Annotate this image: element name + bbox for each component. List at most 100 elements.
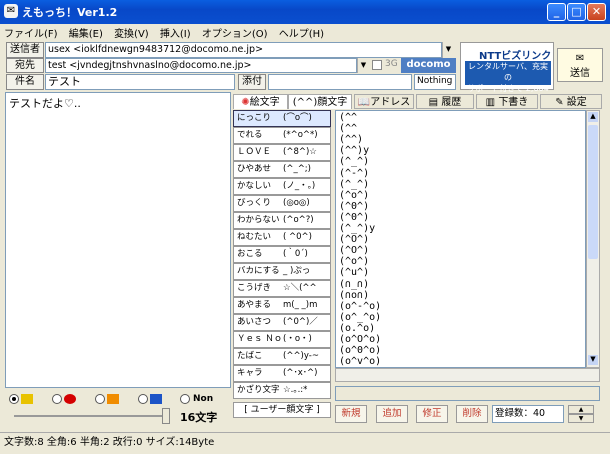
menu-insert[interactable]: 挿入(I) (156, 24, 195, 41)
window-title: えもっち！Ver1.2 (22, 6, 118, 19)
face-item[interactable]: (o^-^o) (339, 301, 381, 313)
new-button[interactable]: 新規 (335, 405, 367, 423)
emoticon-category-item[interactable]: あやまる m(_ _)m (233, 297, 331, 314)
to-label[interactable]: 宛先 (6, 58, 44, 73)
carrier-icon-4 (150, 393, 162, 404)
close-button[interactable]: ✕ (587, 3, 606, 21)
spin-up-icon[interactable]: ▲ (568, 405, 594, 414)
menu-convert[interactable]: 変換(V) (110, 24, 153, 41)
face-item[interactable]: (o^0^o) (339, 345, 381, 357)
mail-icon: ✉ (575, 53, 585, 64)
emoticon-category-item[interactable]: びっくり (◎o◎) (233, 195, 331, 212)
face-item[interactable]: (^o^) (339, 256, 369, 268)
font-slider-thumb[interactable] (162, 408, 170, 424)
subject-field[interactable]: テスト (45, 74, 235, 90)
attach-value: Nothing (414, 74, 456, 90)
emoticon-category-item[interactable]: にっこり (⌒o⌒) (233, 110, 331, 127)
status-bar: 文字数:8 全角:6 半角:2 改行:0 サイズ:14Byte (0, 432, 610, 454)
maximize-button[interactable]: □ (567, 3, 586, 21)
tab-kaomoji[interactable]: (^^)顔文字 (288, 94, 352, 109)
minimize-button[interactable]: _ (547, 3, 566, 21)
face-item[interactable]: (^_^) (339, 179, 369, 191)
sender-label[interactable]: 送信者 (6, 42, 44, 58)
horizontal-scrollbar[interactable] (335, 368, 600, 382)
send-button[interactable]: ✉ 送信 (557, 48, 603, 82)
face-item[interactable]: (∩o∩) (339, 290, 369, 302)
carrier-radio-non[interactable]: Non (180, 393, 213, 406)
ad-text: レンタルサーバ、充実の サポート付きで 2,604円~ (465, 61, 551, 104)
emoticon-category-item[interactable]: Ｙｅｓ Ｎｏ(・o・) (233, 331, 331, 348)
to-field[interactable]: test <jvndegjtnshvnaslno@docomo.ne.jp> (45, 58, 357, 73)
sender-dropdown-icon[interactable]: ▼ (442, 42, 454, 58)
menu-edit[interactable]: 編集(E) (65, 24, 107, 41)
carrier-radio-willcom[interactable] (138, 393, 162, 406)
face-item[interactable]: (^^ (339, 112, 357, 124)
face-item[interactable]: (^_^) (339, 156, 369, 168)
tab-drafts[interactable]: ▥ 下書き (476, 94, 538, 109)
add-button[interactable]: 追加 (376, 405, 408, 423)
face-item[interactable]: (o.^o) (339, 323, 375, 335)
face-item[interactable]: (^u^) (339, 267, 369, 279)
attach-button[interactable]: 添付 (238, 74, 266, 90)
emoticon-category-item[interactable]: ねむたい( ^0^) (233, 229, 331, 246)
tab-history[interactable]: ▤ 履歴 (416, 94, 474, 109)
3g-label: 3G (385, 59, 398, 69)
carrier-icon-2 (64, 393, 76, 404)
emoticon-category-item[interactable]: ＬＯＶＥ (^8^)☆ (233, 144, 331, 161)
history-icon: ▤ (428, 97, 439, 108)
vertical-scrollbar[interactable]: ▲ ▼ (586, 110, 600, 368)
emoticon-category-item[interactable]: たばこ (^^)y-~ (233, 348, 331, 365)
emoticon-category-item[interactable]: かざり文字 ☆.｡.:* (233, 382, 331, 399)
face-list[interactable]: (^^ (^^ (^^) (^^)y (^_^) (^-^) (^_^) (^o^) (^0^)… (335, 110, 586, 368)
menu-help[interactable]: ヘルプ(H) (275, 24, 328, 41)
sender-field[interactable]: usex <ioklfdnewgn9483712@docomo.ne.jp> (45, 42, 442, 58)
face-item[interactable]: (^^)y (339, 145, 369, 157)
emoticon-category-item[interactable]: キャラ (^･x･^) (233, 365, 331, 382)
face-item[interactable]: (^0^) (339, 212, 369, 224)
face-item[interactable]: (^O^) (339, 234, 369, 246)
user-emoticon-button[interactable]: [ ユーザー顔文字 ] (233, 402, 331, 418)
face-item[interactable]: (o^O^o) (339, 334, 381, 346)
scroll-down-icon: ▼ (588, 355, 598, 365)
attach-field[interactable] (268, 74, 412, 90)
spin-down-icon[interactable]: ▼ (568, 414, 594, 423)
menu-file[interactable]: ファイル(F) (0, 24, 62, 41)
emoticon-category-item[interactable]: ひやあせ (^_^;) (233, 161, 331, 178)
ad-banner[interactable]: NTTビズリンク レンタルサーバ、充実の サポート付きで 2,604円~ (460, 42, 554, 104)
carrier-radio-au[interactable] (9, 393, 33, 406)
emoticon-category-item[interactable]: わからない (^ο^?) (233, 212, 331, 229)
tab-addressbook[interactable]: 📖アドレス帳 (354, 94, 414, 123)
face-item[interactable]: (^0^) (339, 201, 369, 213)
menu-options[interactable]: オプション(O) (198, 24, 272, 41)
face-item[interactable]: (∩_∩) (339, 279, 369, 291)
gear-icon: ✎ (555, 97, 564, 108)
scroll-thumb (588, 125, 598, 259)
3g-checkbox[interactable] (372, 60, 382, 70)
face-item[interactable]: (^O^) (339, 245, 369, 257)
edit-button[interactable]: 修正 (416, 405, 448, 423)
face-item[interactable]: (^-^) (339, 168, 369, 180)
carrier-radio-softbank[interactable] (95, 393, 119, 406)
tab-emoji[interactable]: ✺絵文字 (233, 94, 288, 109)
face-item[interactable]: (o^_^o) (339, 312, 381, 324)
message-body[interactable]: テストだよ♡.. (5, 92, 231, 388)
delete-button[interactable]: 削除 (456, 405, 488, 423)
emoticon-category-item[interactable]: でれる (*^o^*) (233, 127, 331, 144)
menu-bar: ファイル(F) 編集(E) 変換(V) 挿入(I) オプション(O) ヘルプ(H… (0, 24, 610, 40)
emoticon-category-item[interactable]: バカにする _ )ぷっ (233, 263, 331, 280)
face-item[interactable]: (^^) (339, 134, 363, 146)
emoticon-category-item[interactable]: かなしい (ノ_・。) (233, 178, 331, 195)
face-item[interactable]: (^o^) (339, 190, 369, 202)
emoticon-category-item[interactable]: おこる (｀0´) (233, 246, 331, 263)
emoticon-category-item[interactable]: あいさつ (^0^)／ (233, 314, 331, 331)
scroll-up-icon: ▲ (588, 112, 598, 122)
carrier-radio-docomo[interactable] (52, 393, 76, 406)
face-item[interactable]: (o^v^o) (339, 356, 381, 368)
to-dropdown-icon[interactable]: ▼ (357, 58, 369, 73)
tab-settings[interactable]: ✎ 設定 (540, 94, 602, 109)
face-item[interactable]: (^^ (339, 123, 357, 135)
face-item[interactable]: (^_^)y (339, 223, 375, 235)
font-slider-track[interactable] (14, 415, 164, 417)
emoticon-category-item[interactable]: こうげき ☆＼(^^ (233, 280, 331, 297)
carrier-badge: docomo (401, 58, 456, 73)
